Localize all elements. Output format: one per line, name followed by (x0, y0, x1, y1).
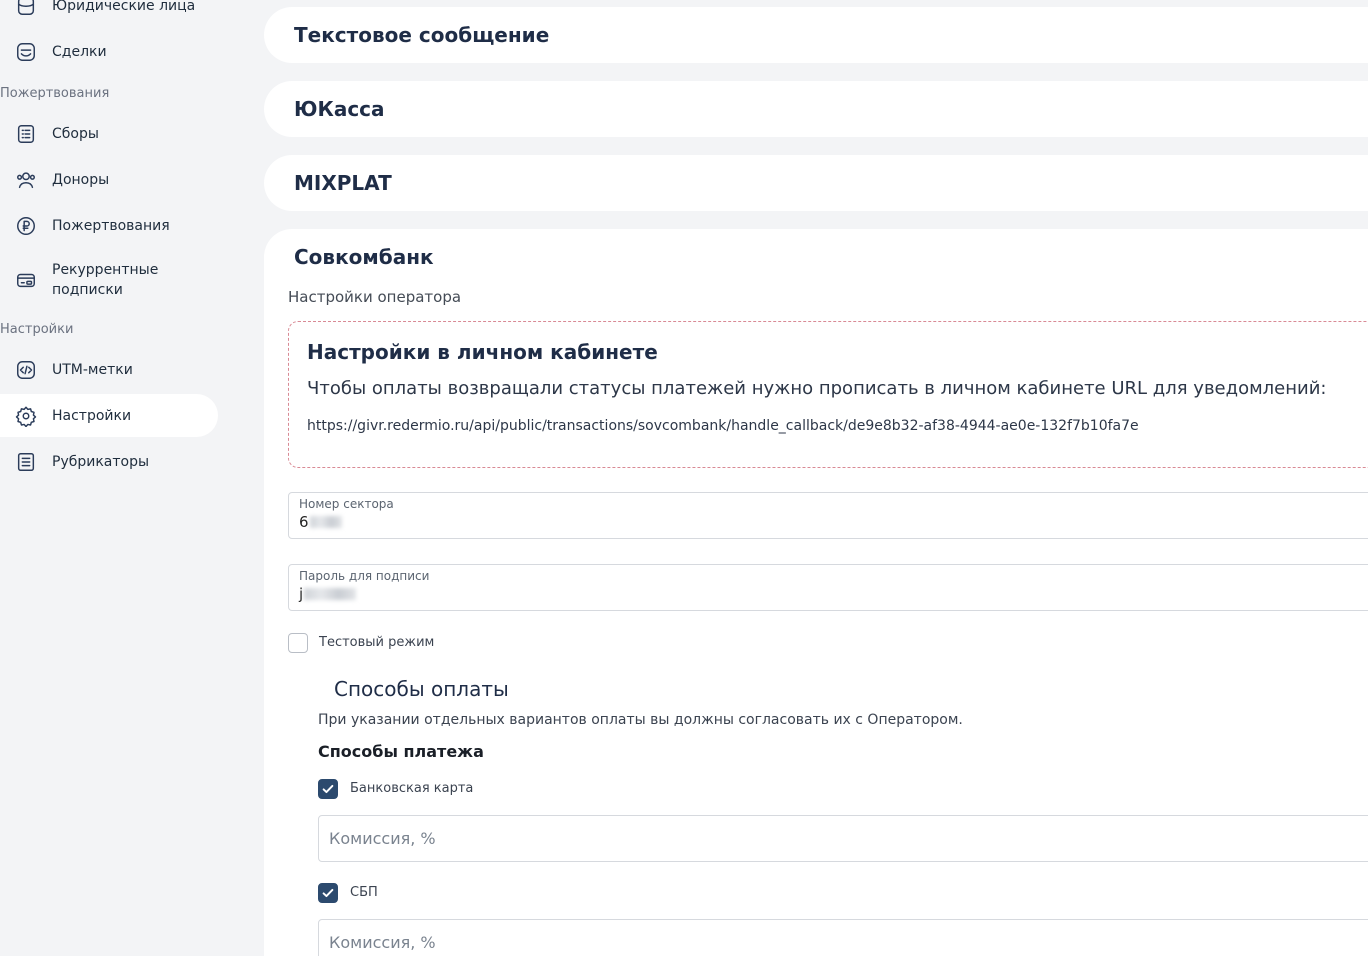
sidebar: Юридические лица Сделки Пожертвования Сб… (0, 0, 264, 956)
sidebar-item-donations[interactable]: Пожертвования (0, 212, 218, 240)
payment-types-title: Способы платежа (318, 742, 484, 761)
building-icon (14, 0, 38, 18)
payment-methods-title: Способы оплаты (334, 677, 509, 701)
rubric-icon (14, 450, 38, 474)
code-icon (14, 358, 38, 382)
panel-title: Текстовое сообщение (294, 23, 550, 47)
redacted-value (304, 588, 357, 600)
sidebar-item-collections[interactable]: Сборы (0, 120, 218, 148)
sidebar-item-label: Сделки (52, 44, 107, 60)
sector-number-field[interactable]: Номер сектора 6 (288, 492, 1368, 539)
sidebar-item-label: Пожертвования (52, 218, 170, 234)
gear-icon (14, 404, 38, 428)
panel-title: ЮКасса (294, 97, 385, 121)
field-value: j (299, 585, 304, 603)
sidebar-item-label: Рубрикаторы (52, 454, 150, 470)
users-icon (14, 168, 38, 192)
sidebar-item-recurring-subscriptions[interactable]: Рекуррентные подписки (0, 258, 218, 302)
field-label: Номер сектора (299, 497, 394, 511)
bank-card-checkbox[interactable] (318, 779, 338, 799)
card-icon (14, 268, 38, 292)
sidebar-item-label: Настройки (52, 407, 132, 424)
sidebar-item-label: Рекуррентные (52, 262, 159, 278)
sidebar-item-label: Сборы (52, 126, 99, 142)
cabinet-settings-title: Настройки в личном кабинете (307, 340, 658, 364)
test-mode-label: Тестовый режим (319, 635, 435, 650)
redacted-value (309, 516, 342, 528)
signature-password-field[interactable]: Пароль для подписи j (288, 564, 1368, 611)
bank-card-commission-input[interactable] (318, 815, 1368, 862)
panel-title[interactable]: Совкомбанк (294, 245, 434, 269)
field-value: 6 (299, 513, 309, 531)
payment-methods-note: При указании отдельных вариантов оплаты … (318, 712, 963, 728)
ruble-icon (14, 214, 38, 238)
sidebar-section-donations: Пожертвования (0, 86, 110, 101)
panel-mixplat[interactable]: MIXPLAT (264, 155, 1368, 211)
sbp-label: СБП (350, 885, 378, 900)
sidebar-item-label: Юридические лица (52, 0, 196, 14)
test-mode-checkbox[interactable] (288, 633, 308, 653)
panel-title: MIXPLAT (294, 171, 392, 195)
sidebar-item-label-line2: подписки (52, 282, 123, 298)
callback-url: https://givr.redermio.ru/api/public/tran… (307, 418, 1139, 434)
sidebar-item-label: Доноры (52, 172, 110, 188)
check-icon (322, 784, 334, 794)
field-label: Пароль для подписи (299, 569, 430, 583)
panel-yookassa[interactable]: ЮКасса (264, 81, 1368, 137)
check-icon (322, 888, 334, 898)
sidebar-item-deals[interactable]: Сделки (0, 38, 218, 66)
sidebar-item-label: UTM-метки (52, 362, 133, 378)
panel-sms[interactable]: Текстовое сообщение (264, 7, 1368, 63)
sidebar-section-settings: Настройки (0, 322, 74, 337)
list-icon (14, 122, 38, 146)
cabinet-settings-box: Настройки в личном кабинете Чтобы оплаты… (288, 321, 1368, 468)
cabinet-settings-text: Чтобы оплаты возвращали статусы платежей… (307, 378, 1327, 399)
bank-card-label: Банковская карта (350, 781, 474, 796)
panel-sovcombank: Совкомбанк Настройки оператора Настройки… (264, 229, 1368, 956)
sidebar-item-rubricators[interactable]: Рубрикаторы (0, 448, 218, 476)
deals-icon (14, 40, 38, 64)
sidebar-item-legal-entities[interactable]: Юридические лица (0, 0, 218, 18)
operator-settings-heading: Настройки оператора (288, 288, 462, 306)
sbp-checkbox[interactable] (318, 883, 338, 903)
sidebar-item-settings[interactable]: Настройки (0, 394, 218, 437)
main-content: Текстовое сообщение ЮКасса MIXPLAT Совко… (264, 0, 1368, 956)
sidebar-item-donors[interactable]: Доноры (0, 166, 218, 194)
sbp-commission-input[interactable] (318, 919, 1368, 956)
sidebar-item-utm[interactable]: UTM-метки (0, 356, 218, 384)
